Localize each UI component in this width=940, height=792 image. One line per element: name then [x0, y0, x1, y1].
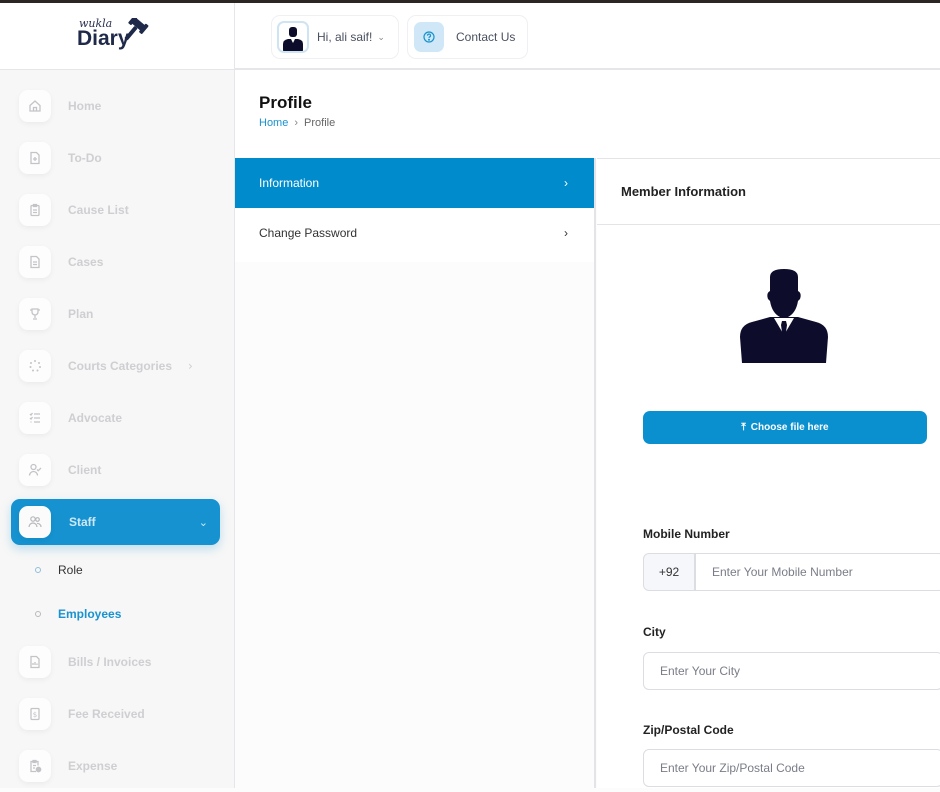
zip-code-input[interactable]: Enter Your Zip/Postal Code: [643, 749, 940, 787]
tab-label: Information: [259, 176, 320, 190]
card-title: Member Information: [597, 159, 940, 225]
choose-file-button[interactable]: ⤒ Choose file here: [643, 411, 927, 444]
city-input[interactable]: Enter Your City: [643, 652, 940, 690]
bullet-icon: [35, 567, 41, 573]
sidebar-item-label: Plan: [68, 307, 94, 321]
breadcrumb-current: Profile: [304, 117, 336, 129]
page-header: Profile Home › Profile: [235, 70, 940, 158]
page-title: Profile: [259, 93, 312, 112]
city-label: City: [643, 625, 666, 639]
trophy-icon: [19, 298, 51, 330]
sidebar-item-label: Cases: [68, 255, 104, 269]
sidebar-subitem-role[interactable]: Role: [0, 548, 234, 592]
sidebar-item-fee-received[interactable]: $ Fee Received: [0, 688, 234, 740]
breadcrumb: Home › Profile: [259, 117, 335, 129]
contact-us-label: Contact Us: [456, 30, 516, 44]
logo-area[interactable]: wukla Diary: [0, 3, 234, 70]
sidebar-item-label: Bills / Invoices: [68, 655, 152, 669]
user-silhouette-icon: [283, 27, 303, 51]
sidebar-item-advocate[interactable]: Advocate: [0, 392, 234, 444]
member-information-card: Member Information ⤒ Choose file here Mo…: [597, 158, 940, 788]
chevron-right-icon: ›: [564, 176, 568, 190]
sidebar: wukla Diary Home To-Do Cause List Cases …: [0, 3, 235, 788]
home-icon: [19, 90, 51, 122]
sidebar-subitem-label: Role: [58, 563, 83, 577]
bullet-icon: [35, 611, 41, 617]
clipboard-icon: [19, 194, 51, 226]
svg-text:$: $: [33, 711, 37, 719]
choose-file-label: Choose file here: [750, 422, 829, 433]
top-header: Hi, ali saif! ⌄ Contact Us: [235, 3, 940, 70]
zip-code-label: Zip/Postal Code: [643, 723, 734, 737]
contact-us-button[interactable]: Contact Us: [407, 15, 528, 59]
tabs-panel-background: [235, 262, 596, 788]
sidebar-item-expense[interactable]: Expense: [0, 740, 234, 792]
chevron-right-icon: ›: [564, 226, 568, 240]
users-icon: [19, 506, 51, 538]
sidebar-item-home[interactable]: Home: [0, 80, 234, 132]
receipt-dollar-icon: $: [19, 698, 51, 730]
sidebar-item-bills-invoices[interactable]: Bills / Invoices: [0, 636, 234, 688]
sidebar-item-label: Client: [68, 463, 102, 477]
document-icon: [19, 246, 51, 278]
sidebar-item-label: To-Do: [68, 151, 102, 165]
tab-information[interactable]: Information ›: [235, 158, 594, 208]
upload-icon: ⤒: [741, 422, 746, 433]
sidebar-item-label: Courts Categories: [68, 359, 173, 373]
tab-label: Change Password: [259, 226, 358, 240]
sidebar-item-courts-categories[interactable]: Courts Categories ›: [0, 340, 234, 392]
chevron-down-icon: ⌄: [377, 31, 385, 42]
invoice-icon: [19, 646, 51, 678]
loader-icon: [19, 350, 51, 382]
tab-change-password[interactable]: Change Password ›: [235, 208, 594, 258]
sidebar-item-label: Advocate: [68, 411, 123, 425]
user-menu-button[interactable]: Hi, ali saif! ⌄: [271, 15, 399, 59]
app-logo[interactable]: wukla Diary: [77, 14, 157, 58]
profile-avatar-image: [740, 269, 828, 363]
sidebar-item-plan[interactable]: Plan: [0, 288, 234, 340]
avatar: [277, 21, 309, 53]
sidebar-item-client[interactable]: Client: [0, 444, 234, 496]
chevron-right-icon: ›: [188, 359, 193, 373]
breadcrumb-home-link[interactable]: Home: [259, 117, 288, 129]
sidebar-subitem-label: Employees: [58, 607, 122, 621]
profile-tabs: Information › Change Password ›: [235, 158, 596, 262]
sidebar-item-label: Expense: [68, 759, 118, 773]
sidebar-item-label: Cause List: [68, 203, 129, 217]
sidebar-item-staff[interactable]: Staff ⌄: [11, 499, 220, 545]
country-code-prefix: +92: [643, 553, 695, 591]
mobile-number-input[interactable]: Enter Your Mobile Number: [695, 553, 940, 591]
sidebar-item-cases[interactable]: Cases: [0, 236, 234, 288]
checklist-icon: [19, 402, 51, 434]
sidebar-nav: Home To-Do Cause List Cases Plan Courts …: [0, 70, 234, 792]
clipboard-clock-icon: [19, 750, 51, 782]
sidebar-item-label: Fee Received: [68, 707, 145, 721]
user-greeting: Hi, ali saif!: [317, 30, 373, 44]
sidebar-item-label: Staff: [69, 515, 96, 529]
chevron-down-icon: ⌄: [198, 515, 208, 529]
gavel-icon: [124, 18, 149, 41]
user-check-icon: [19, 454, 51, 486]
sidebar-item-todo[interactable]: To-Do: [0, 132, 234, 184]
file-plus-icon: [19, 142, 51, 174]
breadcrumb-separator-icon: ›: [294, 117, 299, 129]
sidebar-item-label: Home: [68, 99, 102, 113]
help-circle-icon: [414, 22, 444, 52]
mobile-number-label: Mobile Number: [643, 527, 730, 541]
sidebar-subitem-employees[interactable]: Employees: [0, 592, 234, 636]
sidebar-item-cause-list[interactable]: Cause List: [0, 184, 234, 236]
